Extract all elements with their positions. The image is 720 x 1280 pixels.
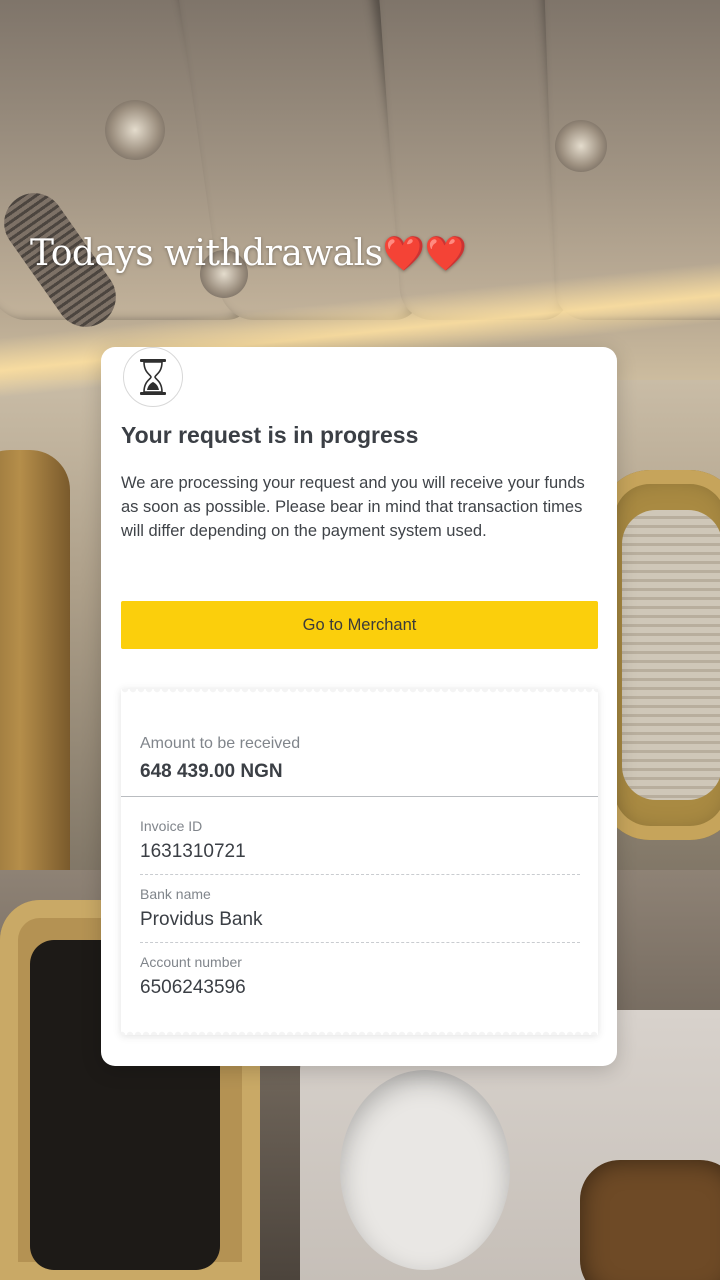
card-description: We are processing your request and you w… [121, 474, 585, 540]
amount-value: 648 439.00 NGN [140, 761, 283, 782]
go-to-merchant-button[interactable]: Go to Merchant [121, 601, 598, 649]
row-divider [140, 874, 580, 875]
reading-light [105, 100, 165, 160]
story-caption: Todays withdrawals❤️❤️ [30, 233, 467, 274]
hourglass-icon [123, 347, 183, 407]
heart-emoji: ❤️❤️ [382, 234, 467, 274]
card-title: Your request is in progress [121, 422, 419, 448]
bowl [340, 1070, 510, 1270]
caption-text: Todays withdrawals [30, 233, 383, 274]
status-card: Your request is in progress We are proce… [101, 347, 617, 1066]
bank-name-value: Providus Bank [140, 909, 263, 930]
seat-divider [0, 450, 70, 880]
invoice-id-label: Invoice ID [140, 818, 203, 834]
account-number-label: Account number [140, 954, 242, 970]
cabin-window [600, 470, 720, 840]
reading-light [555, 120, 607, 172]
amount-label: Amount to be received [140, 735, 301, 752]
snack-bowl [580, 1160, 720, 1280]
bank-name-label: Bank name [140, 886, 211, 902]
account-number-value: 6506243596 [140, 977, 246, 998]
invoice-id-value: 1631310721 [140, 841, 246, 862]
receipt: Amount to be received 648 439.00 NGN Inv… [121, 689, 598, 1035]
amount-divider [121, 796, 598, 797]
row-divider [140, 942, 580, 943]
